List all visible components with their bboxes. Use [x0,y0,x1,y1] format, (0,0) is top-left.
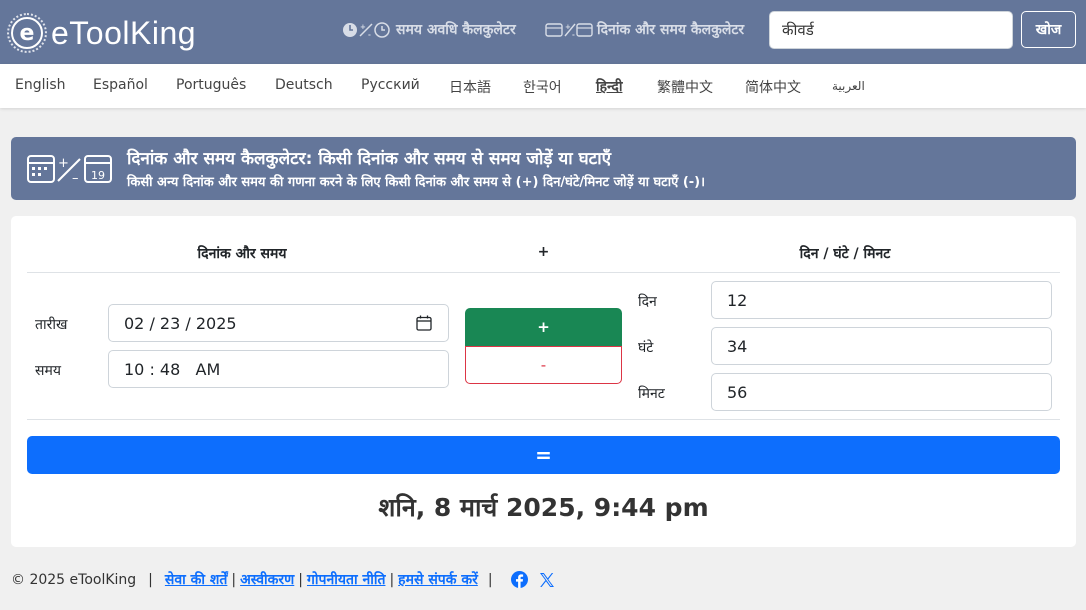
svg-text:+: + [360,23,366,31]
operator-column-header: + [537,244,550,260]
separator: | [298,571,303,588]
minutes-label: मिनट [638,386,665,402]
copyright: © 2025 eToolKing [11,571,137,588]
site-logo[interactable]: e eToolKing [7,13,197,53]
hours-input[interactable]: 34 [711,327,1052,365]
minutes-value: 56 [727,382,748,402]
days-input[interactable]: 12 [711,281,1052,319]
time-value: 10 : 48 AM [124,359,221,379]
lang-russian[interactable]: Русский [361,77,420,93]
time-input[interactable]: 10 : 48 AM [108,350,449,388]
language-bar: English Español Português Deutsch Русски… [0,64,1086,108]
separator: | [148,571,153,588]
page-banner: + – 19 दिनांक और समय कैलकुलेटर: किसी दिन… [11,137,1076,200]
svg-text:+: + [58,156,69,171]
minutes-input[interactable]: 56 [711,373,1052,411]
privacy-link[interactable]: गोपनीयता नीति [307,570,385,589]
header: e eToolKing + - समय अवधि कैलकुलेटर + - द… [0,0,1086,64]
svg-text:+: + [565,23,571,31]
lang-portuguese[interactable]: Português [176,77,246,93]
nav-datetime-calculator[interactable]: + - दिनांक और समय कैलकुलेटर [545,20,744,39]
hours-label: घंटे [638,340,654,356]
contact-link[interactable]: हमसे संपर्क करें [398,570,478,589]
duration-column-header: दिन / घंटे / मिनट [799,246,891,262]
lang-hindi[interactable]: हिन्दी [596,77,622,96]
x-twitter-icon[interactable] [539,572,555,588]
svg-text:-: - [368,31,371,39]
terms-link[interactable]: सेवा की शर्तें [165,570,228,589]
nav-datetime-label: दिनांक और समय कैलकुलेटर [597,22,745,38]
days-label: दिन [638,294,657,310]
page-subtitle: किसी अन्य दिनांक और समय की गणना करने के … [127,175,706,190]
date-label: तारीख [35,317,68,333]
search-button[interactable]: खोज [1021,11,1076,48]
svg-text:–: – [72,171,79,184]
divider [27,419,1060,420]
datetime-column-header: दिनांक और समय [197,246,287,262]
lang-japanese[interactable]: 日本語 [449,77,491,97]
search-input[interactable] [769,11,1013,49]
add-button[interactable]: + [465,308,622,346]
svg-text:-: - [572,31,575,39]
lang-traditional-chinese[interactable]: 繁體中文 [657,77,713,97]
time-label: समय [35,363,61,379]
svg-text:19: 19 [91,169,105,182]
calculate-button[interactable]: = [27,436,1060,474]
logo-e-icon: e [7,13,47,53]
calculator-card: दिनांक और समय + दिन / घंटे / मिनट तारीख … [11,216,1076,547]
days-value: 12 [727,290,748,310]
disclaimer-link[interactable]: अस्वीकरण [240,570,294,589]
footer: © 2025 eToolKing | सेवा की शर्तें | अस्व… [11,570,555,589]
facebook-icon[interactable] [510,571,528,588]
date-input[interactable]: 02 / 23 / 2025 [108,304,449,342]
separator: | [389,571,395,588]
calendar-plusminus-icon: + - [545,21,593,39]
separator: | [231,571,237,588]
divider [27,272,1060,273]
calendar-plusminus-icon: + – 19 [27,154,113,188]
lang-korean[interactable]: 한국어 [523,77,562,97]
nav-duration-label: समय अवधि कैलकुलेटर [396,22,516,38]
separator: | [487,571,493,588]
result-text: शनि, 8 मार्च 2025, 9:44 pm [378,493,709,522]
page-title: दिनांक और समय कैलकुलेटर: किसी दिनांक और … [127,149,612,169]
lang-arabic[interactable]: العربية [832,79,865,93]
nav-duration-calculator[interactable]: + - समय अवधि कैलकुलेटर [342,20,516,39]
logo-text: eToolKing [51,14,197,51]
lang-spanish[interactable]: Español [93,77,148,93]
lang-english[interactable]: English [15,77,66,93]
subtract-button[interactable]: - [465,346,622,384]
calendar-icon[interactable] [416,315,432,335]
lang-german[interactable]: Deutsch [275,77,333,93]
lang-simplified-chinese[interactable]: 简体中文 [745,77,801,97]
clock-duration-icon: + - [342,21,392,39]
date-value: 02 / 23 / 2025 [124,313,237,333]
hours-value: 34 [727,336,748,356]
